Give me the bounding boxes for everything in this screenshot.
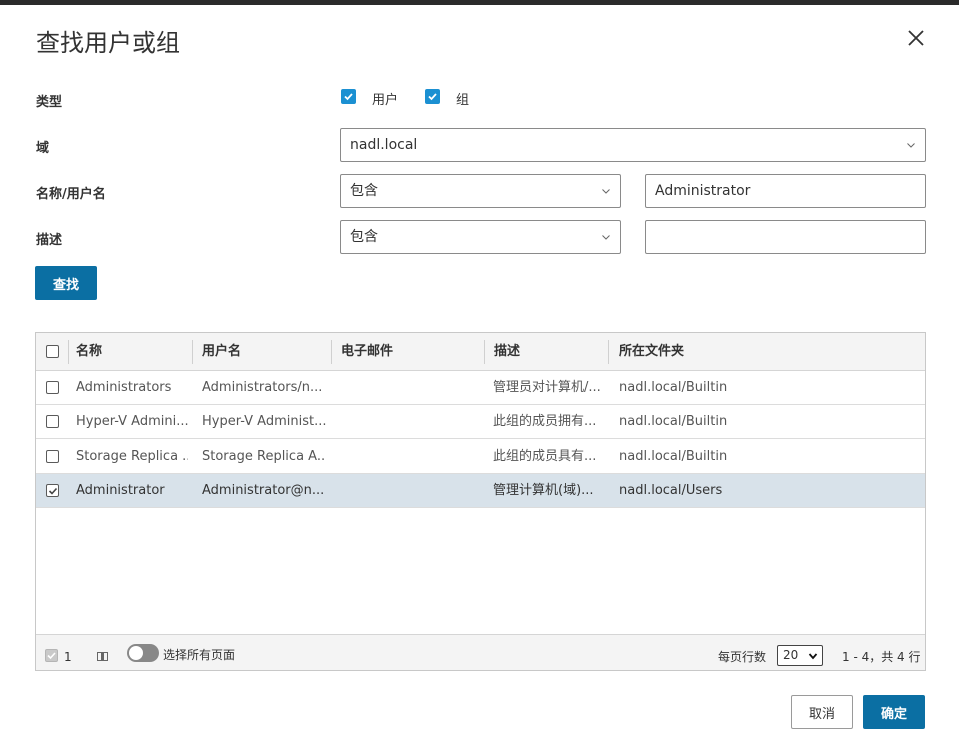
- dialog-title: 查找用户或组: [36, 29, 180, 57]
- user-type-label: 用户: [372, 93, 399, 108]
- grid-header: 名称 用户名 电子邮件 描述 所在文件夹: [36, 333, 925, 371]
- column-header-name[interactable]: 名称: [76, 333, 102, 371]
- cell-folder: nadl.local/Users: [619, 483, 723, 498]
- rows-per-page-label: 每页行数: [718, 650, 767, 664]
- chevron-down-icon: [602, 235, 610, 240]
- description-operator-value: 包含: [350, 229, 378, 245]
- row-checkbox[interactable]: [46, 415, 59, 428]
- check-icon: [428, 93, 437, 101]
- check-icon: [344, 93, 353, 101]
- chevron-down-icon: [808, 653, 818, 660]
- cancel-button[interactable]: 取消: [791, 695, 853, 729]
- user-type-checkbox[interactable]: [341, 89, 356, 104]
- domain-select[interactable]: nadl.local: [340, 128, 926, 162]
- close-icon[interactable]: [905, 27, 927, 49]
- cell-username: Administrator@n...: [202, 483, 325, 498]
- domain-label: 域: [36, 141, 50, 156]
- group-type-label: 组: [456, 93, 470, 108]
- check-icon: [48, 487, 57, 495]
- rows-per-page-value: 20: [783, 648, 799, 662]
- rows-per-page-select[interactable]: 20: [777, 645, 823, 666]
- column-separator: [331, 340, 332, 364]
- row-checkbox[interactable]: [46, 381, 59, 394]
- column-header-username[interactable]: 用户名: [202, 333, 241, 371]
- column-header-email[interactable]: 电子邮件: [341, 333, 393, 371]
- domain-select-value: nadl.local: [350, 137, 418, 153]
- selected-count: 1: [64, 650, 72, 664]
- selected-count-check-icon: [45, 649, 58, 662]
- cell-description: 此组的成员拥有...: [493, 414, 597, 429]
- group-type-checkbox[interactable]: [425, 89, 440, 104]
- results-grid: 名称 用户名 电子邮件 描述 所在文件夹 Administrators Admi…: [35, 332, 926, 671]
- cell-email: [341, 371, 481, 405]
- description-input[interactable]: [645, 220, 926, 254]
- column-separator: [608, 340, 609, 364]
- toggle-knob: [129, 646, 143, 660]
- chevron-down-icon: [602, 189, 610, 194]
- find-button[interactable]: 查找: [35, 266, 97, 300]
- select-all-pages-toggle[interactable]: [127, 644, 159, 662]
- column-separator: [192, 340, 193, 364]
- name-operator-select[interactable]: 包含: [340, 174, 621, 208]
- cell-folder: nadl.local/Builtin: [619, 449, 728, 464]
- name-operator-value: 包含: [350, 183, 378, 199]
- name-label: 名称/用户名: [36, 187, 106, 202]
- row-checkbox[interactable]: [46, 450, 59, 463]
- cell-username: Hyper-V Administ...: [202, 414, 326, 429]
- cell-email: [341, 405, 481, 439]
- cell-username: Storage Replica A...: [202, 449, 326, 464]
- cell-email: [341, 440, 481, 474]
- cell-username: Administrators/n...: [202, 380, 323, 395]
- cell-name: Storage Replica ...: [76, 449, 188, 464]
- cell-description: 管理计算机(域)...: [493, 483, 594, 498]
- select-all-pages-label: 选择所有页面: [163, 648, 236, 662]
- window-top-bar: [0, 0, 959, 5]
- cell-folder: nadl.local/Builtin: [619, 380, 728, 395]
- pagination-range: 1 - 4，共 4 行: [842, 650, 921, 664]
- name-input[interactable]: [645, 174, 926, 208]
- cell-folder: nadl.local/Builtin: [619, 414, 728, 429]
- description-operator-select[interactable]: 包含: [340, 220, 621, 254]
- select-all-checkbox[interactable]: [46, 345, 59, 358]
- cell-description: 此组的成员具有...: [493, 449, 597, 464]
- table-row[interactable]: Administrators Administrators/n... 管理员对计…: [36, 371, 925, 405]
- column-header-folder[interactable]: 所在文件夹: [619, 333, 684, 371]
- cell-description: 管理员对计算机/...: [493, 380, 601, 395]
- cell-name: Administrator: [76, 483, 165, 498]
- table-row-selected[interactable]: Administrator Administrator@n... 管理计算机(域…: [36, 474, 925, 508]
- ok-button[interactable]: 确定: [863, 695, 925, 729]
- column-separator: [68, 340, 69, 364]
- cell-email: [341, 474, 481, 508]
- type-label: 类型: [36, 95, 63, 110]
- cell-name: Administrators: [76, 380, 172, 395]
- row-checkbox-checked[interactable]: [46, 484, 59, 497]
- grid-footer: 1 选择所有页面 每页行数 20 1 - 4，共 4 行: [36, 634, 925, 670]
- column-header-description[interactable]: 描述: [494, 333, 520, 371]
- chevron-down-icon: [907, 143, 915, 148]
- cell-name: Hyper-V Admini...: [76, 414, 188, 429]
- table-row[interactable]: Storage Replica ... Storage Replica A...…: [36, 440, 925, 474]
- column-toggle-icon[interactable]: [97, 651, 108, 662]
- column-separator: [484, 340, 485, 364]
- description-label: 描述: [36, 233, 63, 248]
- table-row[interactable]: Hyper-V Admini... Hyper-V Administ... 此组…: [36, 405, 925, 439]
